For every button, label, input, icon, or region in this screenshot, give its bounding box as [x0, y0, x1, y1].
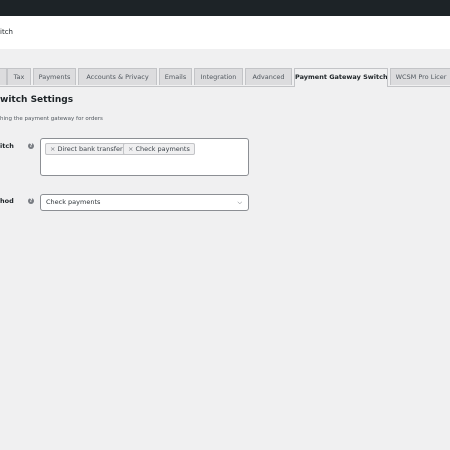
admin-bar [0, 0, 450, 16]
help-icon[interactable]: ? [28, 198, 34, 204]
page-header: itch [0, 16, 450, 49]
remove-icon[interactable]: × [128, 145, 133, 153]
remove-icon[interactable]: × [50, 145, 55, 153]
gateway-switch-label: itch [0, 142, 14, 150]
method-label: hod [0, 197, 14, 205]
gateway-multiselect[interactable]: × Direct bank transfer × Check payments [40, 138, 249, 176]
tab-emails[interactable]: Emails [159, 68, 192, 85]
chevron-down-icon: ⌵ [237, 199, 242, 206]
tab-advanced[interactable]: Advanced [245, 68, 292, 85]
tab-payment-gateway-switch[interactable]: Payment Gateway Switch [294, 68, 388, 87]
help-icon[interactable]: ? [28, 143, 34, 149]
selected-gateway-chip: × Check payments [123, 143, 195, 155]
tab-accounts-privacy[interactable]: Accounts & Privacy [78, 68, 157, 85]
selected-gateway-chip: × Direct bank transfer [45, 143, 128, 155]
tab-partial[interactable] [0, 68, 7, 85]
page-title: itch [0, 28, 13, 36]
section-title: witch Settings [0, 95, 74, 105]
settings-tabs: Tax Payments Accounts & Privacy Emails I… [0, 68, 450, 87]
tab-integration[interactable]: Integration [194, 68, 243, 85]
tab-tax[interactable]: Tax [7, 68, 31, 85]
method-select[interactable]: Check payments ⌵ [40, 194, 249, 211]
section-description: hing the payment gateway for orders [0, 116, 103, 122]
tab-payments[interactable]: Payments [33, 68, 76, 85]
tab-wcsm-pro-license[interactable]: WCSM Pro Licer [390, 68, 450, 85]
method-select-value: Check payments [46, 198, 101, 206]
